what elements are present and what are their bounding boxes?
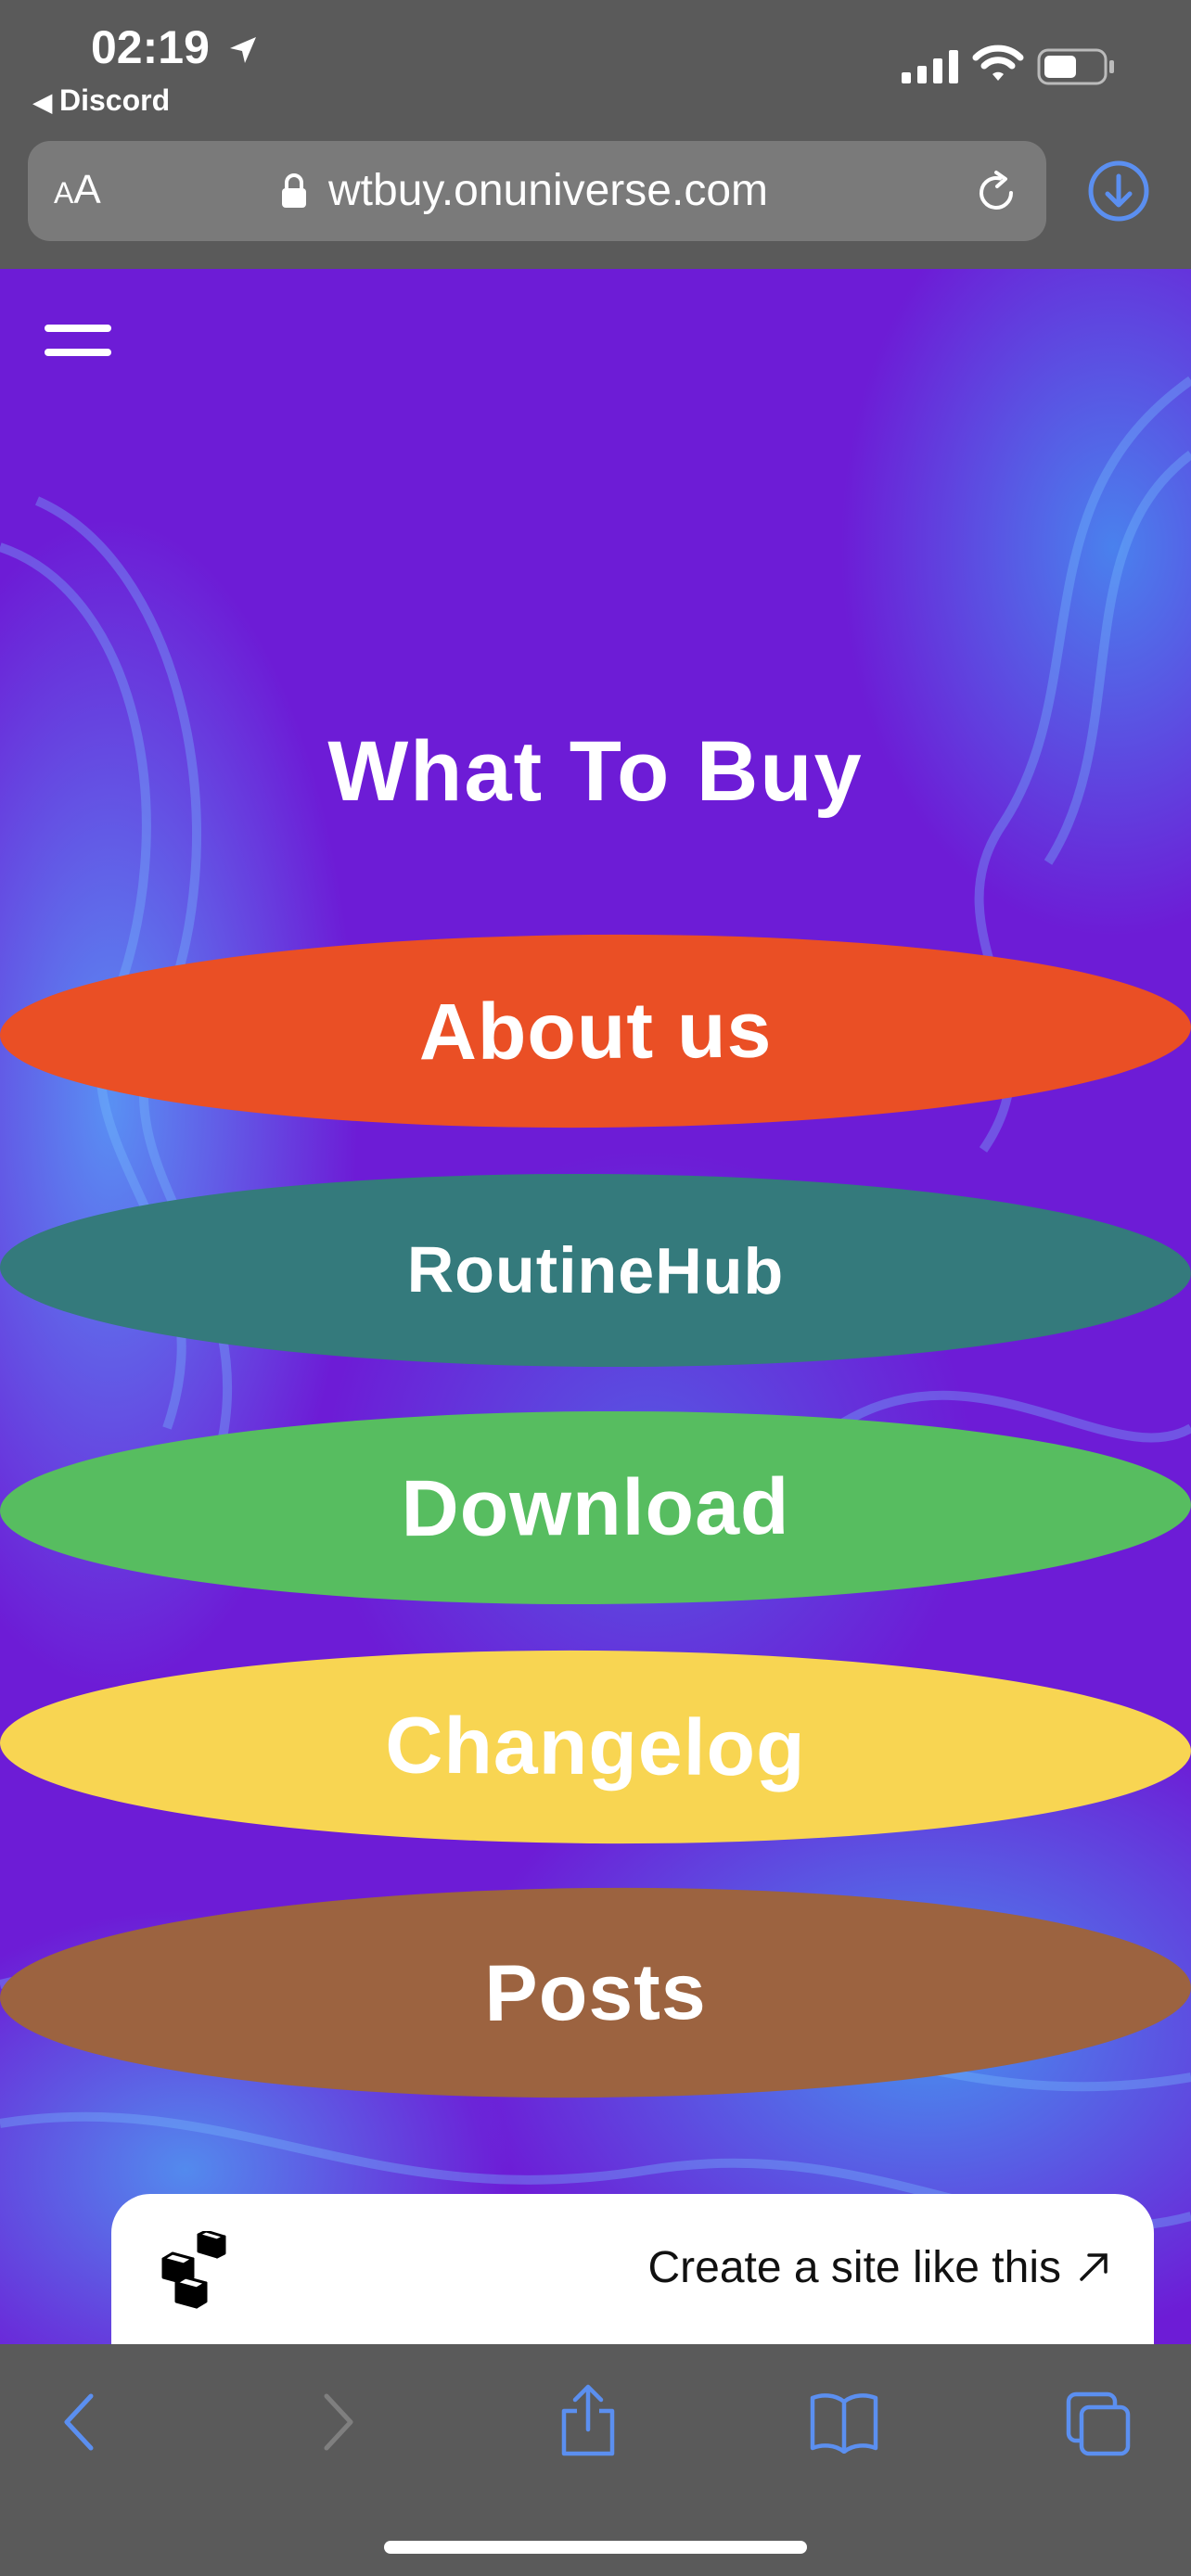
forward-icon[interactable] xyxy=(315,2391,360,2454)
back-to-app-link[interactable]: ◀ Discord xyxy=(33,83,170,118)
site-title: What To Buy xyxy=(327,724,864,819)
battery-icon xyxy=(1037,48,1114,85)
status-bar: 02:19 ◀ Discord xyxy=(0,0,1191,130)
create-site-banner[interactable]: Create a site like this xyxy=(111,2194,1154,2361)
back-triangle-icon: ◀ xyxy=(33,88,52,116)
reload-icon[interactable] xyxy=(972,169,1020,217)
text-size-large: A xyxy=(73,167,101,212)
home-indicator xyxy=(384,2541,807,2554)
text-size-small: A xyxy=(54,176,74,210)
external-arrow-icon xyxy=(1080,2253,1108,2281)
address-bar[interactable]: AA wtbuy.onuniverse.com xyxy=(28,141,1046,241)
url-text[interactable]: wtbuy.onuniverse.com xyxy=(328,165,768,216)
tabs-icon[interactable] xyxy=(1065,2391,1132,2457)
wifi-icon xyxy=(972,45,1024,81)
hamburger-menu-icon[interactable] xyxy=(45,325,111,376)
share-icon[interactable] xyxy=(558,2383,618,2457)
back-app-label: Discord xyxy=(59,83,171,117)
back-icon[interactable] xyxy=(58,2391,102,2454)
cellular-signal-icon xyxy=(902,50,958,83)
create-site-label: Create a site like this xyxy=(647,2243,1061,2292)
text-size-button[interactable]: AA xyxy=(54,167,101,213)
lock-icon xyxy=(282,173,306,208)
location-arrow-icon xyxy=(230,37,256,63)
status-time: 02:19 xyxy=(91,21,210,73)
download-icon[interactable] xyxy=(1085,158,1152,224)
cubes-logo-icon xyxy=(161,2231,226,2309)
bookmarks-icon[interactable] xyxy=(809,2391,879,2454)
web-content: What To Buy About us RoutineHub Download… xyxy=(0,269,1191,2344)
